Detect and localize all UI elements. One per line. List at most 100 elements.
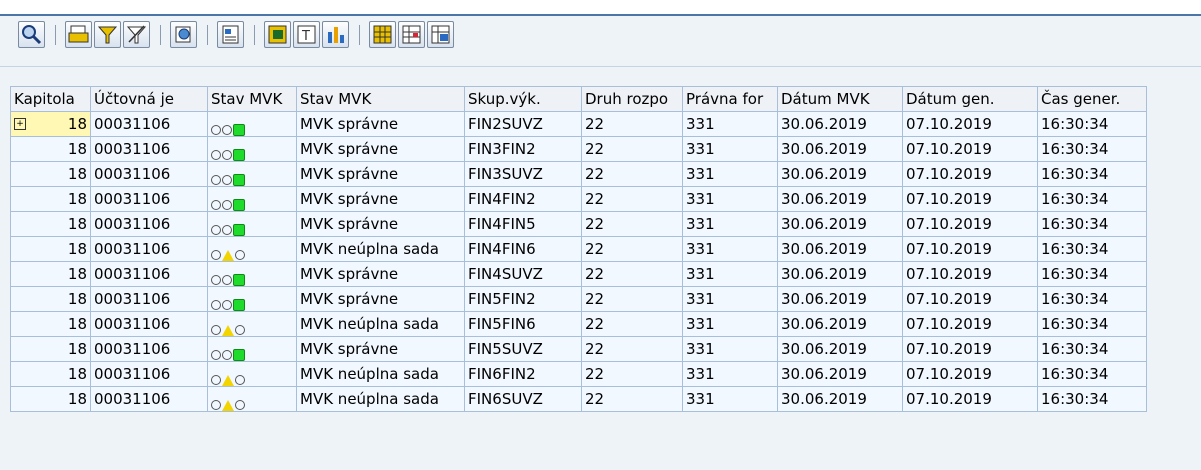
table-row[interactable]: +18 00031106 MVK správne FIN2SUVZ 22 331 30.06… <box>10 111 1147 137</box>
table-row[interactable]: 18 00031106 MVK správne FIN4FIN5 22 331 30.06.… <box>10 211 1147 237</box>
cell-skupina-vykazov[interactable]: FIN6SUVZ <box>464 386 582 412</box>
cell-stav-light[interactable] <box>207 261 297 287</box>
cell-cas-gener[interactable]: 16:30:34 <box>1037 211 1147 237</box>
export-icon[interactable] <box>170 21 197 48</box>
cell-stav-mvk[interactable]: MVK neúplna sada <box>296 386 465 412</box>
table-row[interactable]: 18 00031106 MVK správne FIN4FIN2 22 331 30.06.… <box>10 186 1147 212</box>
cell-kapitola[interactable]: 18 <box>10 261 91 287</box>
cell-cas-gener[interactable]: 16:30:34 <box>1037 336 1147 362</box>
cell-kapitola[interactable]: 18 <box>10 286 91 312</box>
cell-stav-light[interactable] <box>207 186 297 212</box>
cell-cas-gener[interactable]: 16:30:34 <box>1037 161 1147 187</box>
cell-druh-rozpoctu[interactable]: 22 <box>581 161 683 187</box>
cell-stav-light[interactable] <box>207 336 297 362</box>
cell-datum-mvk[interactable]: 30.06.2019 <box>777 186 903 212</box>
cell-stav-mvk[interactable]: MVK správne <box>296 261 465 287</box>
cell-uctovna-jednotka[interactable]: 00031106 <box>90 161 208 187</box>
cell-datum-mvk[interactable]: 30.06.2019 <box>777 161 903 187</box>
column-header[interactable]: Právna for <box>682 86 778 112</box>
cell-cas-gener[interactable]: 16:30:34 <box>1037 111 1147 137</box>
cell-uctovna-jednotka[interactable]: 00031106 <box>90 111 208 137</box>
print-icon[interactable] <box>65 21 92 48</box>
expand-icon[interactable]: + <box>14 118 26 130</box>
column-header[interactable]: Kapitola <box>10 86 91 112</box>
cell-druh-rozpoctu[interactable]: 22 <box>581 386 683 412</box>
column-header[interactable]: Stav MVK <box>296 86 465 112</box>
cell-skupina-vykazov[interactable]: FIN4FIN5 <box>464 211 582 237</box>
cell-datum-gen[interactable]: 07.10.2019 <box>902 361 1038 387</box>
cell-pravna-forma[interactable]: 331 <box>682 261 778 287</box>
cell-skupina-vykazov[interactable]: FIN2SUVZ <box>464 111 582 137</box>
cell-stav-mvk[interactable]: MVK správne <box>296 336 465 362</box>
table-row[interactable]: 18 00031106 MVK správne FIN3FIN2 22 331 30.06.… <box>10 136 1147 162</box>
local-file-icon[interactable] <box>264 21 291 48</box>
cell-datum-mvk[interactable]: 30.06.2019 <box>777 386 903 412</box>
cell-stav-mvk[interactable]: MVK správne <box>296 136 465 162</box>
cell-uctovna-jednotka[interactable]: 00031106 <box>90 361 208 387</box>
cell-uctovna-jednotka[interactable]: 00031106 <box>90 286 208 312</box>
cell-cas-gener[interactable]: 16:30:34 <box>1037 286 1147 312</box>
cell-druh-rozpoctu[interactable]: 22 <box>581 286 683 312</box>
cell-druh-rozpoctu[interactable]: 22 <box>581 186 683 212</box>
cell-uctovna-jednotka[interactable]: 00031106 <box>90 386 208 412</box>
cell-datum-gen[interactable]: 07.10.2019 <box>902 236 1038 262</box>
cell-skupina-vykazov[interactable]: FIN5FIN2 <box>464 286 582 312</box>
cell-datum-mvk[interactable]: 30.06.2019 <box>777 136 903 162</box>
cell-pravna-forma[interactable]: 331 <box>682 136 778 162</box>
cell-druh-rozpoctu[interactable]: 22 <box>581 261 683 287</box>
cell-stav-light[interactable] <box>207 111 297 137</box>
cell-kapitola[interactable]: 18 <box>10 211 91 237</box>
cell-datum-mvk[interactable]: 30.06.2019 <box>777 361 903 387</box>
cell-stav-light[interactable] <box>207 136 297 162</box>
cell-datum-mvk[interactable]: 30.06.2019 <box>777 236 903 262</box>
cell-datum-gen[interactable]: 07.10.2019 <box>902 386 1038 412</box>
table-row[interactable]: 18 00031106 MVK neúplna sada FIN4FIN6 22 331 3… <box>10 236 1147 262</box>
change-layout-icon[interactable] <box>398 21 425 48</box>
cell-uctovna-jednotka[interactable]: 00031106 <box>90 211 208 237</box>
column-header[interactable]: Čas gener. <box>1037 86 1147 112</box>
cell-kapitola[interactable]: 18 <box>10 361 91 387</box>
cell-pravna-forma[interactable]: 331 <box>682 311 778 337</box>
cell-stav-mvk[interactable]: MVK správne <box>296 161 465 187</box>
cell-pravna-forma[interactable]: 331 <box>682 286 778 312</box>
cell-pravna-forma[interactable]: 331 <box>682 161 778 187</box>
cell-stav-light[interactable] <box>207 236 297 262</box>
cell-kapitola[interactable]: +18 <box>10 111 91 137</box>
cell-datum-mvk[interactable]: 30.06.2019 <box>777 111 903 137</box>
cell-skupina-vykazov[interactable]: FIN3SUVZ <box>464 161 582 187</box>
cell-datum-mvk[interactable]: 30.06.2019 <box>777 211 903 237</box>
cell-kapitola[interactable]: 18 <box>10 186 91 212</box>
cell-druh-rozpoctu[interactable]: 22 <box>581 236 683 262</box>
cell-stav-light[interactable] <box>207 386 297 412</box>
cell-druh-rozpoctu[interactable]: 22 <box>581 136 683 162</box>
cell-datum-gen[interactable]: 07.10.2019 <box>902 186 1038 212</box>
cell-stav-mvk[interactable]: MVK správne <box>296 211 465 237</box>
table-row[interactable]: 18 00031106 MVK neúplna sada FIN6SUVZ 22 331 3… <box>10 386 1147 412</box>
cell-stav-light[interactable] <box>207 211 297 237</box>
table-row[interactable]: 18 00031106 MVK neúplna sada FIN5FIN6 22 331 3… <box>10 311 1147 337</box>
cell-stav-light[interactable] <box>207 361 297 387</box>
column-header[interactable]: Dátum gen. <box>902 86 1038 112</box>
table-row[interactable]: 18 00031106 MVK neúplna sada FIN6FIN2 22 331 3… <box>10 361 1147 387</box>
column-header[interactable]: Stav MVK <box>207 86 297 112</box>
cell-stav-mvk[interactable]: MVK správne <box>296 111 465 137</box>
cell-druh-rozpoctu[interactable]: 22 <box>581 311 683 337</box>
table-row[interactable]: 18 00031106 MVK správne FIN4SUVZ 22 331 30.06.… <box>10 261 1147 287</box>
cell-pravna-forma[interactable]: 331 <box>682 386 778 412</box>
cell-pravna-forma[interactable]: 331 <box>682 336 778 362</box>
save-layout-icon[interactable] <box>427 21 454 48</box>
table-row[interactable]: 18 00031106 MVK správne FIN5FIN2 22 331 30.06.… <box>10 286 1147 312</box>
spreadsheet-icon[interactable] <box>217 21 244 48</box>
cell-skupina-vykazov[interactable]: FIN4FIN2 <box>464 186 582 212</box>
cell-uctovna-jednotka[interactable]: 00031106 <box>90 136 208 162</box>
cell-datum-gen[interactable]: 07.10.2019 <box>902 111 1038 137</box>
cell-pravna-forma[interactable]: 331 <box>682 236 778 262</box>
cell-cas-gener[interactable]: 16:30:34 <box>1037 261 1147 287</box>
cell-uctovna-jednotka[interactable]: 00031106 <box>90 311 208 337</box>
cell-datum-mvk[interactable]: 30.06.2019 <box>777 336 903 362</box>
details-icon[interactable] <box>18 21 45 48</box>
cell-datum-mvk[interactable]: 30.06.2019 <box>777 311 903 337</box>
cell-kapitola[interactable]: 18 <box>10 336 91 362</box>
column-header[interactable]: Dátum MVK <box>777 86 903 112</box>
cell-stav-light[interactable] <box>207 286 297 312</box>
